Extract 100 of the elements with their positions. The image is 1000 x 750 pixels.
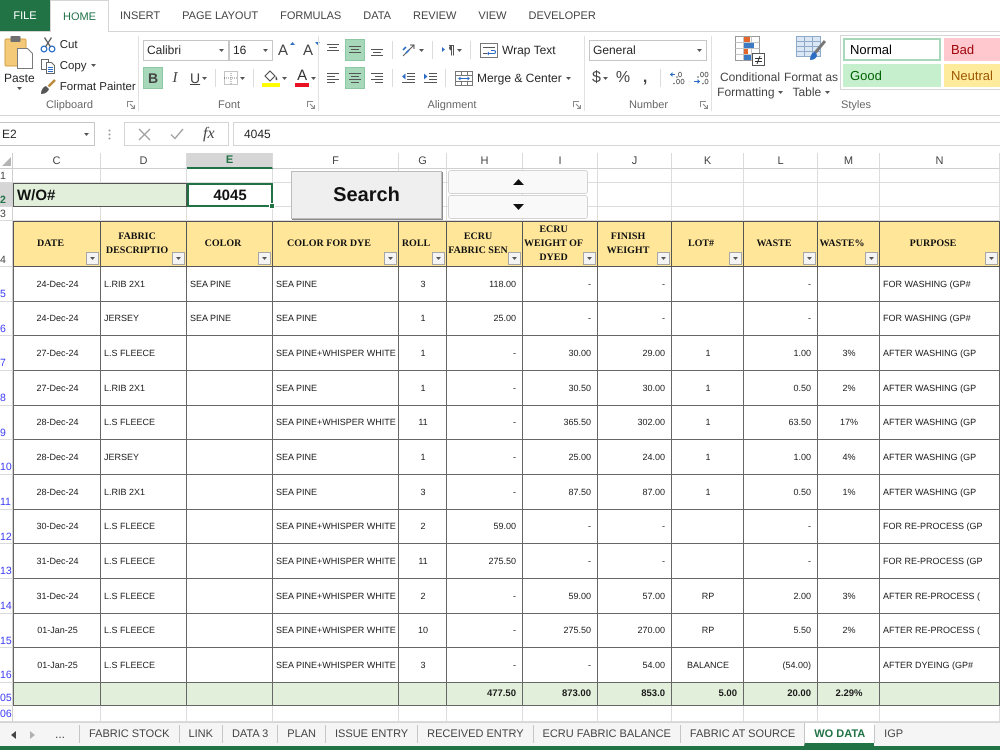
column-header[interactable]: F [273, 153, 399, 169]
italic-button[interactable]: I [165, 67, 185, 89]
filter-dropdown-button[interactable] [86, 252, 99, 265]
underline-button[interactable]: U [187, 67, 210, 89]
sheet-tab[interactable]: IGP [874, 725, 912, 743]
column-header[interactable]: M [818, 153, 880, 169]
row-number[interactable]: 2 [0, 183, 13, 207]
wrap-text-button[interactable]: Wrap Text [476, 39, 560, 61]
row-number[interactable]: 14 [0, 578, 13, 614]
search-button[interactable]: Search [291, 171, 442, 219]
filter-dropdown-button[interactable] [258, 252, 271, 265]
ribbon-tab[interactable]: VIEW [467, 0, 518, 31]
ribbon-tab[interactable]: PAGE LAYOUT [171, 0, 270, 31]
column-header[interactable]: K [672, 153, 744, 169]
input-cell[interactable]: 4045 [187, 183, 273, 207]
font-color-button[interactable]: A [292, 67, 320, 89]
formula-field[interactable]: 4045 [233, 122, 1000, 146]
row-number[interactable]: 9 [0, 406, 13, 440]
column-header[interactable]: I [523, 153, 598, 169]
column-header[interactable]: C [13, 153, 101, 169]
more-sheets-button[interactable]: ... [49, 725, 80, 743]
cell-style-option[interactable]: Normal [843, 38, 941, 61]
bold-button[interactable]: B [143, 67, 163, 89]
file-tab[interactable]: FILE [0, 0, 50, 31]
ribbon-tab[interactable]: REVIEW [402, 0, 468, 31]
row-number[interactable]: 12 [0, 510, 13, 544]
font-size-field[interactable]: 16 [229, 40, 273, 60]
empty-cell [818, 267, 880, 302]
format-painter-button[interactable]: Format Painter [38, 76, 138, 97]
sheet-tab[interactable]: RECEIVED ENTRY [417, 725, 533, 743]
row-number[interactable]: 11 [0, 474, 13, 510]
paste-button[interactable]: Paste [4, 34, 35, 97]
cut-button[interactable]: Cut [38, 34, 138, 55]
sheet-tab[interactable]: LINK [178, 725, 222, 743]
ribbon-tab[interactable]: HOME [50, 0, 109, 32]
filter-dropdown-button[interactable] [803, 252, 816, 265]
filter-dropdown-button[interactable] [172, 252, 185, 265]
table-cell: AFTER WASHING (GP [880, 440, 1000, 475]
column-header[interactable]: J [598, 153, 672, 169]
conditional-formatting-button[interactable]: Conditional Formatting [716, 34, 784, 97]
sheet-tab[interactable]: DATA 3 [222, 725, 278, 743]
accounting-format-button[interactable]: $ [589, 67, 611, 89]
row-number[interactable]: 16 [0, 648, 13, 683]
cancel-icon[interactable] [138, 128, 152, 140]
column-header[interactable]: E [187, 153, 273, 169]
column-header[interactable]: L [744, 153, 818, 169]
center-align-button[interactable] [345, 67, 365, 89]
column-header[interactable]: N [880, 153, 1000, 169]
row-number[interactable]: 15 [0, 614, 13, 648]
dialog-launcher-icon[interactable] [307, 100, 315, 108]
cell-style-option[interactable]: Bad [944, 38, 1000, 61]
ribbon-tab[interactable]: DATA [352, 0, 402, 31]
filter-dropdown-button[interactable] [508, 252, 521, 265]
format-as-table-button[interactable]: Format as Table [784, 34, 838, 97]
ribbon-tab[interactable]: DEVELOPER [518, 0, 607, 31]
sheet-tab[interactable]: FABRIC STOCK [79, 725, 178, 743]
number-format-field[interactable]: General [589, 40, 707, 60]
insert-function-button[interactable]: fx [203, 125, 215, 143]
comma-style-button[interactable]: , [635, 67, 656, 89]
triangle-left-icon[interactable] [11, 731, 16, 739]
shrink-font-button[interactable]: A [300, 39, 324, 61]
cell-style-option[interactable]: Neutral [944, 64, 1000, 87]
row-number[interactable]: 10 [0, 440, 13, 475]
filter-dropdown-button[interactable] [384, 252, 397, 265]
dialog-launcher-icon[interactable] [700, 100, 708, 108]
ribbon-tab[interactable]: INSERT [109, 0, 172, 31]
merge-center-button[interactable]: Merge & Center [451, 67, 575, 89]
table-cell: 25.00 [447, 302, 523, 336]
dialog-launcher-icon[interactable] [127, 100, 135, 108]
column-header[interactable]: G [399, 153, 447, 169]
row-number[interactable]: 7 [0, 336, 13, 371]
row-number[interactable]: 8 [0, 370, 13, 406]
filter-dropdown-button[interactable] [657, 252, 670, 265]
row-number[interactable]: 3 [0, 207, 13, 221]
table-cell: 2% [818, 370, 880, 406]
dialog-launcher-icon[interactable] [573, 100, 581, 108]
sheet-tab[interactable]: WO DATA [804, 723, 874, 746]
empty-cell [672, 169, 744, 183]
filter-dropdown-button[interactable] [865, 252, 878, 265]
row-number[interactable]: 13 [0, 544, 13, 579]
row-number[interactable]: 6 [0, 302, 13, 336]
middle-align-button[interactable] [345, 39, 365, 61]
sheet-tab[interactable]: PLAN [277, 725, 325, 743]
copy-button[interactable]: Copy [38, 55, 138, 76]
font-name-field[interactable]: Calibri [143, 40, 229, 60]
filter-dropdown-button[interactable] [985, 252, 998, 265]
checkmark-icon[interactable] [170, 128, 184, 140]
fill-handle[interactable] [269, 203, 275, 209]
column-header[interactable]: H [447, 153, 523, 169]
row-number[interactable]: 5 [0, 267, 13, 302]
sheet-tab[interactable]: ECRU FABRIC BALANCE [532, 725, 680, 743]
cell-style-option[interactable]: Good [843, 64, 941, 87]
filter-dropdown-button[interactable] [432, 252, 445, 265]
sheet-tab[interactable]: ISSUE ENTRY [325, 725, 418, 743]
grow-font-button[interactable]: A [275, 39, 298, 61]
percent-style-button[interactable]: % [612, 67, 634, 89]
filter-dropdown-button[interactable] [729, 252, 742, 265]
name-box-field[interactable]: E2 [0, 122, 95, 146]
ribbon-tab[interactable]: FORMULAS [269, 0, 352, 31]
filter-dropdown-button[interactable] [583, 252, 596, 265]
